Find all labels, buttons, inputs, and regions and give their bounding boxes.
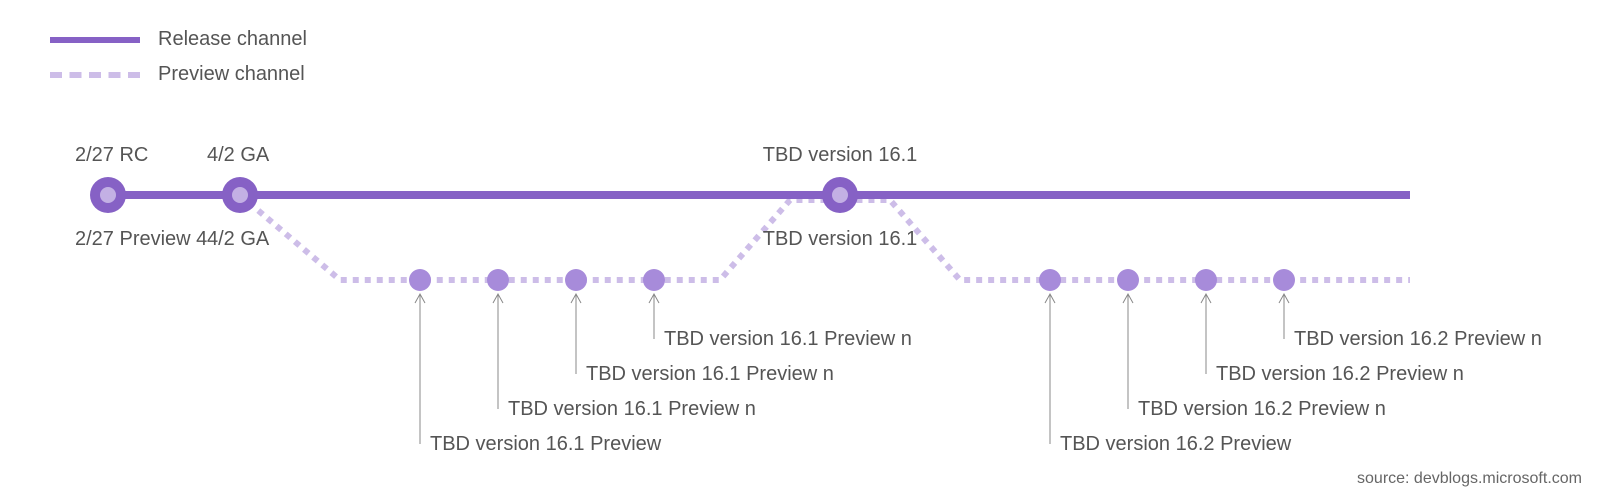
preview1-label-3: TBD version 16.1 Preview n [664, 328, 912, 350]
release-marker-inner-2 [832, 187, 848, 203]
preview1-marker-0 [409, 269, 431, 291]
preview1-marker-2 [565, 269, 587, 291]
preview2-label-1: TBD version 16.2 Preview n [1138, 398, 1386, 420]
preview2-marker-2 [1195, 269, 1217, 291]
preview2-marker-0 [1039, 269, 1061, 291]
preview1-marker-3 [643, 269, 665, 291]
preview2-label-3: TBD version 16.2 Preview n [1294, 328, 1542, 350]
release-label-top-2: TBD version 16.1 [763, 144, 918, 166]
preview1-label-0: TBD version 16.1 Preview [430, 433, 662, 455]
preview1-label-2: TBD version 16.1 Preview n [586, 363, 834, 385]
release-marker-inner-0 [100, 187, 116, 203]
release-label-top-0: 2/27 RC [75, 144, 148, 166]
preview2-label-2: TBD version 16.2 Preview n [1216, 363, 1464, 385]
release-label-bottom-1: 4/2 GA [207, 228, 270, 250]
preview1-label-1: TBD version 16.1 Preview n [508, 398, 756, 420]
diagram-root: Release channel Preview channel 2/27 RC2… [0, 0, 1600, 500]
preview-path [108, 195, 1410, 280]
preview2-marker-1 [1117, 269, 1139, 291]
timeline-svg: 2/27 RC2/27 Preview 44/2 GA4/2 GATBD ver… [0, 0, 1600, 500]
release-label-bottom-2: TBD version 16.1 [763, 228, 918, 250]
preview1-marker-1 [487, 269, 509, 291]
preview2-label-0: TBD version 16.2 Preview [1060, 433, 1292, 455]
release-label-bottom-0: 2/27 Preview 4 [75, 228, 207, 250]
release-label-top-1: 4/2 GA [207, 144, 270, 166]
release-marker-inner-1 [232, 187, 248, 203]
source-citation: source: devblogs.microsoft.com [1357, 470, 1582, 488]
preview2-marker-3 [1273, 269, 1295, 291]
